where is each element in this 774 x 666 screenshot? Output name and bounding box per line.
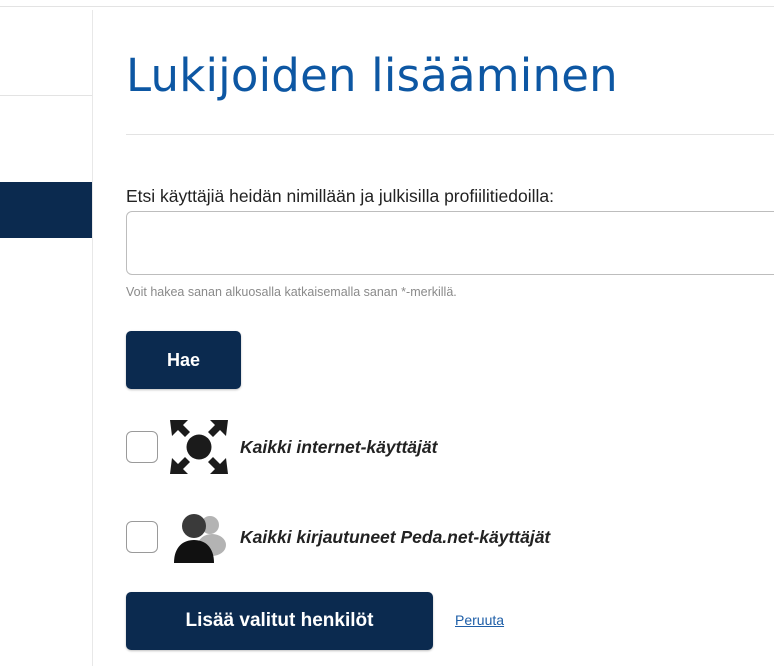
cancel-link[interactable]: Peruuta [455, 612, 504, 628]
page-title: Lukijoiden lisääminen [126, 49, 618, 102]
option-internet-users: Kaikki internet-käyttäjät [126, 415, 437, 479]
option-logged-in-users: Kaikki kirjautuneet Peda.net-käyttäjät [126, 505, 550, 569]
option-label: Kaikki internet-käyttäjät [240, 436, 438, 457]
search-hint: Voit hakea sanan alkuosalla katkaisemall… [126, 285, 457, 299]
option-label: Kaikki kirjautuneet Peda.net-käyttäjät [240, 526, 551, 547]
sidebar-border [92, 10, 93, 666]
checkbox-logged-in-users[interactable] [126, 521, 158, 553]
internet-users-icon [164, 415, 234, 479]
logged-in-users-icon [164, 505, 234, 569]
search-label: Etsi käyttäjiä heidän nimillään ja julki… [126, 186, 554, 206]
add-selected-button[interactable]: Lisää valitut henkilöt [126, 592, 433, 650]
sidebar-active-item[interactable] [0, 182, 92, 238]
title-divider [126, 134, 774, 135]
top-divider [0, 6, 774, 7]
search-input[interactable] [126, 211, 774, 275]
sidebar-divider [0, 95, 92, 96]
checkbox-internet-users[interactable] [126, 431, 158, 463]
search-button[interactable]: Hae [126, 331, 241, 389]
